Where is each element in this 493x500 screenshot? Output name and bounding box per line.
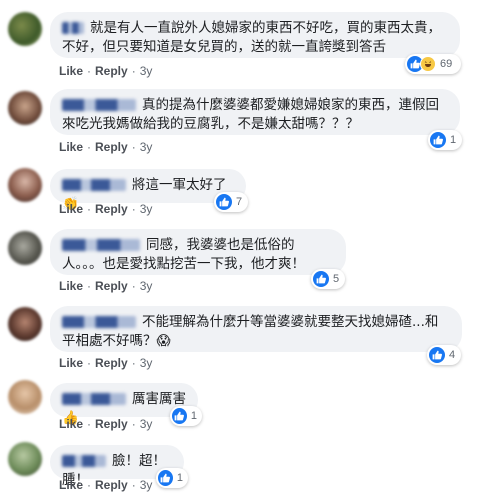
comment-bubble: 不能理解為什麼升等當婆婆就要整天找媳婦碴...和平相處不好嗎？😱 bbox=[50, 306, 462, 352]
like-reaction-icon bbox=[216, 194, 232, 210]
reaction-count: 1 bbox=[176, 472, 183, 484]
comment-time[interactable]: 3y bbox=[140, 202, 153, 216]
comment-actions: Like · Reply · 3y bbox=[59, 64, 153, 78]
author-name[interactable] bbox=[62, 455, 106, 467]
author-name[interactable] bbox=[62, 99, 136, 111]
comment-actions: Like · Reply · 3y bbox=[59, 356, 153, 370]
avatar[interactable] bbox=[8, 307, 42, 341]
reaction-summary[interactable]: 7 bbox=[214, 192, 248, 212]
reaction-count: 4 bbox=[449, 349, 456, 361]
like-button[interactable]: Like bbox=[59, 417, 83, 431]
like-reaction-icon bbox=[158, 470, 173, 486]
avatar[interactable] bbox=[8, 91, 42, 125]
avatar[interactable] bbox=[8, 442, 42, 476]
like-button[interactable]: Like bbox=[59, 356, 83, 370]
like-button[interactable]: Like bbox=[59, 478, 83, 492]
comment-time[interactable]: 3y bbox=[140, 140, 153, 154]
comment-time[interactable]: 3y bbox=[140, 64, 153, 78]
like-button[interactable]: Like bbox=[59, 64, 83, 78]
reaction-summary[interactable]: 1 bbox=[156, 468, 188, 488]
comment-bubble: 同感，我婆婆也是低俗的人。。。也是愛找點挖苦一下我，他才爽！ bbox=[50, 229, 346, 275]
reaction-summary[interactable]: 69 bbox=[405, 54, 461, 74]
comment-text: 就是有人一直說外人媳婦家的東西不好吃，買的東西太貴，不好，但只要知道是女兒買的，… bbox=[62, 20, 441, 55]
reply-button[interactable]: Reply bbox=[95, 279, 128, 293]
reaction-count: 1 bbox=[190, 410, 197, 422]
reaction-count: 7 bbox=[236, 196, 243, 208]
like-reaction-icon bbox=[429, 347, 445, 363]
reply-button[interactable]: Reply bbox=[95, 202, 128, 216]
comment-actions: Like · Reply · 3y bbox=[59, 417, 153, 431]
comment-time[interactable]: 3y bbox=[140, 356, 153, 370]
author-name[interactable] bbox=[62, 316, 136, 328]
reply-button[interactable]: Reply bbox=[95, 64, 128, 78]
author-name[interactable] bbox=[62, 179, 126, 191]
like-reaction-icon bbox=[313, 271, 329, 287]
reply-button[interactable]: Reply bbox=[95, 417, 128, 431]
reaction-summary[interactable]: 5 bbox=[311, 269, 345, 289]
comment-actions: Like · Reply · 3y bbox=[59, 478, 153, 492]
avatar[interactable] bbox=[8, 12, 42, 46]
comment-bubble: 就是有人一直說外人媳婦家的東西不好吃，買的東西太貴，不好，但只要知道是女兒買的，… bbox=[50, 12, 460, 58]
like-button[interactable]: Like bbox=[59, 140, 83, 154]
reaction-count: 69 bbox=[440, 58, 453, 70]
avatar[interactable] bbox=[8, 231, 42, 265]
like-reaction-icon bbox=[430, 132, 446, 148]
comment-actions: Like · Reply · 3y bbox=[59, 140, 153, 154]
reaction-summary[interactable]: 4 bbox=[427, 345, 461, 365]
like-button[interactable]: Like bbox=[59, 279, 83, 293]
reply-button[interactable]: Reply bbox=[95, 140, 128, 154]
author-name[interactable] bbox=[62, 239, 140, 251]
like-reaction-icon bbox=[172, 408, 187, 424]
reaction-count: 5 bbox=[333, 273, 340, 285]
reply-button[interactable]: Reply bbox=[95, 356, 128, 370]
reaction-summary[interactable]: 1 bbox=[428, 130, 462, 150]
comment-time[interactable]: 3y bbox=[140, 478, 153, 492]
reply-button[interactable]: Reply bbox=[95, 478, 128, 492]
comment-time[interactable]: 3y bbox=[140, 417, 153, 431]
comment-time[interactable]: 3y bbox=[140, 279, 153, 293]
avatar[interactable] bbox=[8, 168, 42, 202]
reaction-count: 1 bbox=[450, 134, 457, 146]
reaction-summary[interactable]: 1 bbox=[170, 406, 202, 426]
comment-bubble: 真的提為什麼婆婆都愛嫌媳婦娘家的東西，連假回來吃光我媽做給我的豆腐乳，不是嫌太甜… bbox=[50, 89, 460, 135]
author-name[interactable] bbox=[62, 22, 84, 34]
haha-reaction-icon bbox=[420, 56, 436, 72]
comment-actions: Like · Reply · 3y bbox=[59, 202, 153, 216]
comment-actions: Like · Reply · 3y bbox=[59, 279, 153, 293]
avatar[interactable] bbox=[8, 380, 42, 414]
author-name[interactable] bbox=[62, 393, 126, 405]
like-button[interactable]: Like bbox=[59, 202, 83, 216]
